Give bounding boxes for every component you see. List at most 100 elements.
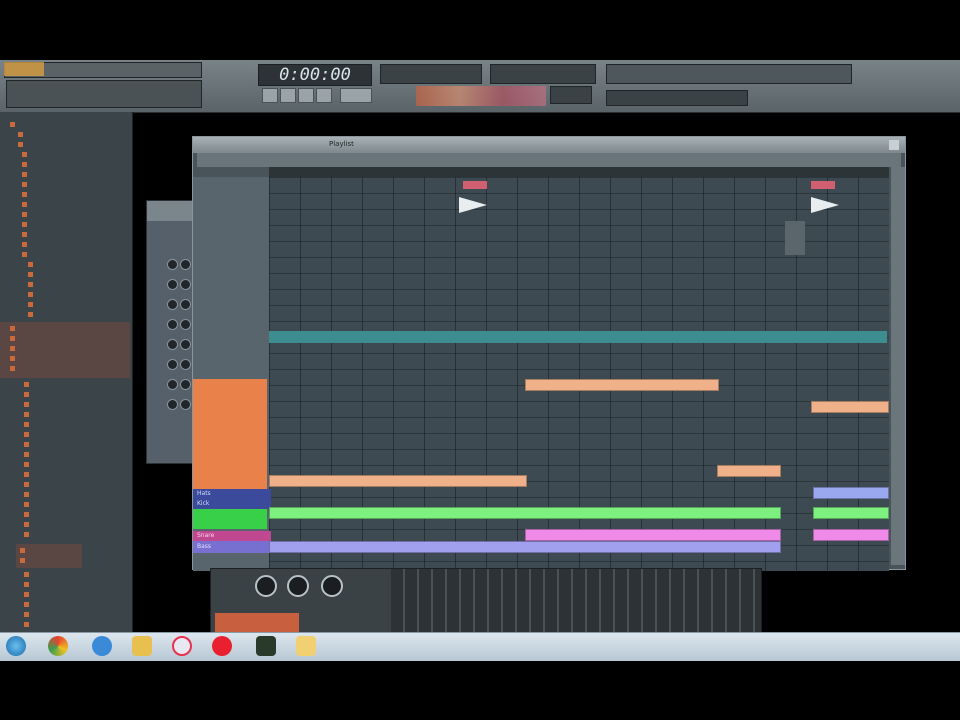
tool-buttons[interactable] <box>416 86 546 106</box>
timeline-ruler[interactable] <box>269 167 889 177</box>
folder-icon[interactable] <box>132 636 152 656</box>
browser-item[interactable] <box>22 190 29 199</box>
channel-pan-knob[interactable] <box>180 379 191 390</box>
channel-pan-knob[interactable] <box>180 259 191 270</box>
track-label[interactable]: Snare <box>193 531 271 541</box>
opera-icon[interactable] <box>212 636 232 656</box>
browser-item[interactable] <box>20 546 27 555</box>
automation-clip[interactable] <box>269 331 887 343</box>
channel-volume-knob[interactable] <box>167 259 178 270</box>
browser-item[interactable] <box>28 300 35 309</box>
playlist-titlebar[interactable] <box>193 137 905 153</box>
browser-item[interactable] <box>24 460 31 469</box>
browser-item[interactable] <box>28 280 35 289</box>
browser-item[interactable] <box>10 120 17 129</box>
browser-item[interactable] <box>22 150 29 159</box>
channel-pan-knob[interactable] <box>180 279 191 290</box>
tempo-button[interactable] <box>340 88 372 103</box>
browser-item[interactable] <box>24 520 31 529</box>
mixer-knob[interactable] <box>287 575 309 597</box>
channel-volume-knob[interactable] <box>167 339 178 350</box>
pattern-clip[interactable] <box>813 507 889 519</box>
track-label[interactable]: Kick <box>193 499 271 509</box>
pattern-clip[interactable] <box>269 475 527 487</box>
playlist-toolbar[interactable] <box>197 153 901 167</box>
browser-item[interactable] <box>24 590 31 599</box>
browser-item[interactable] <box>28 310 35 319</box>
browser-item[interactable] <box>18 140 25 149</box>
browser-item[interactable] <box>24 570 31 579</box>
channel-volume-knob[interactable] <box>167 359 178 370</box>
ie-icon[interactable] <box>92 636 112 656</box>
browser-item[interactable] <box>10 364 17 373</box>
channel-volume-knob[interactable] <box>167 299 178 310</box>
channel-volume-knob[interactable] <box>167 319 178 330</box>
channel-volume-knob[interactable] <box>167 399 178 410</box>
browser-item[interactable] <box>10 324 17 333</box>
browser-selected-row[interactable] <box>0 322 130 378</box>
mixer-knob[interactable] <box>321 575 343 597</box>
browser-item[interactable] <box>24 400 31 409</box>
play-marker-icon[interactable] <box>811 197 839 213</box>
channel-rack-header[interactable] <box>147 201 195 221</box>
pattern-clip[interactable] <box>269 541 781 553</box>
browser-item[interactable] <box>24 440 31 449</box>
browser-item[interactable] <box>24 410 31 419</box>
channel-volume-knob[interactable] <box>167 379 178 390</box>
record-button[interactable] <box>298 88 314 103</box>
channel-pan-knob[interactable] <box>180 359 191 370</box>
skype-icon[interactable] <box>172 636 192 656</box>
loop-marker[interactable] <box>785 221 805 255</box>
pattern-clip[interactable] <box>717 465 781 477</box>
browser-item[interactable] <box>10 334 17 343</box>
tempo-marker[interactable] <box>811 181 835 189</box>
browser-item[interactable] <box>24 620 31 629</box>
browser-item[interactable] <box>22 160 29 169</box>
pattern-clip[interactable] <box>811 401 889 413</box>
browser-item[interactable] <box>22 180 29 189</box>
tempo-marker[interactable] <box>463 181 487 189</box>
browser-item[interactable] <box>24 580 31 589</box>
mixer-tracks[interactable] <box>391 569 761 635</box>
shortcut-panel[interactable] <box>606 64 852 84</box>
browser-item[interactable] <box>24 390 31 399</box>
channel-pan-knob[interactable] <box>180 399 191 410</box>
pattern-list[interactable] <box>193 379 267 489</box>
close-icon[interactable] <box>889 140 899 150</box>
track-label[interactable]: Hats <box>193 489 271 499</box>
browser-item[interactable] <box>24 500 31 509</box>
browser-item[interactable] <box>22 170 29 179</box>
play-marker-icon[interactable] <box>459 197 487 213</box>
browser-item[interactable] <box>22 240 29 249</box>
track-label[interactable]: Bass <box>193 541 271 553</box>
play-button[interactable] <box>262 88 278 103</box>
mixer-knob[interactable] <box>255 575 277 597</box>
explorer-icon[interactable] <box>296 636 316 656</box>
windows-start-icon[interactable] <box>6 636 26 656</box>
browser-item[interactable] <box>24 480 31 489</box>
browser-item[interactable] <box>24 510 31 519</box>
browser-item[interactable] <box>24 380 31 389</box>
browser-item[interactable] <box>22 210 29 219</box>
stop-button[interactable] <box>280 88 296 103</box>
track-label[interactable] <box>193 509 267 529</box>
browser-item[interactable] <box>22 230 29 239</box>
browser-item[interactable] <box>22 200 29 209</box>
browser-item[interactable] <box>10 344 17 353</box>
browser-item[interactable] <box>18 130 25 139</box>
pattern-clip[interactable] <box>813 529 889 541</box>
browser-item[interactable] <box>24 450 31 459</box>
browser-item[interactable] <box>22 250 29 259</box>
pattern-clip[interactable] <box>813 487 889 499</box>
pattern-song-toggle[interactable] <box>316 88 332 103</box>
pattern-clip[interactable] <box>525 379 719 391</box>
chrome-icon[interactable] <box>48 636 68 656</box>
fl-studio-icon[interactable] <box>256 636 276 656</box>
browser-item[interactable] <box>10 354 17 363</box>
output-selector[interactable] <box>550 86 592 104</box>
browser-item[interactable] <box>24 600 31 609</box>
browser-item[interactable] <box>28 270 35 279</box>
browser-item[interactable] <box>24 610 31 619</box>
browser-item[interactable] <box>22 220 29 229</box>
browser-item[interactable] <box>20 556 27 565</box>
